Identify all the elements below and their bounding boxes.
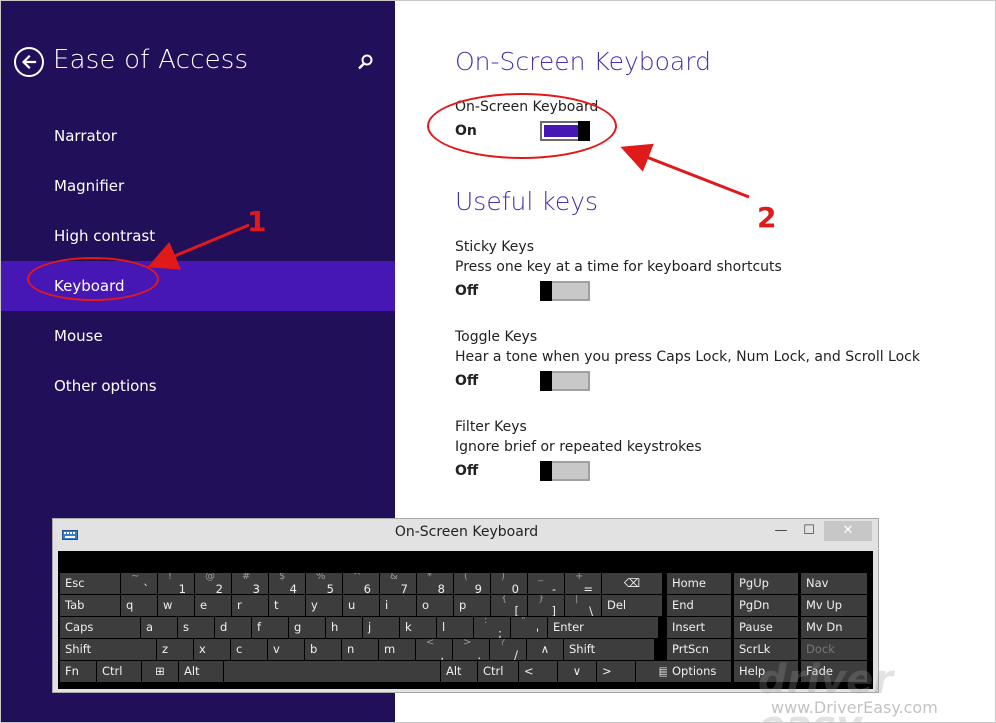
watermark-url: www.DriverEasy.com [771,698,938,717]
arrow-to-toggle [620,143,750,199]
annotation-step-1: 1 [247,205,267,238]
annotation-arrows [147,143,750,270]
arrow-to-keyboard [147,223,250,270]
screenshot-frame: Ease of Access Narrator Magnifier High c… [0,0,996,723]
annotation-step-2: 2 [757,201,777,234]
